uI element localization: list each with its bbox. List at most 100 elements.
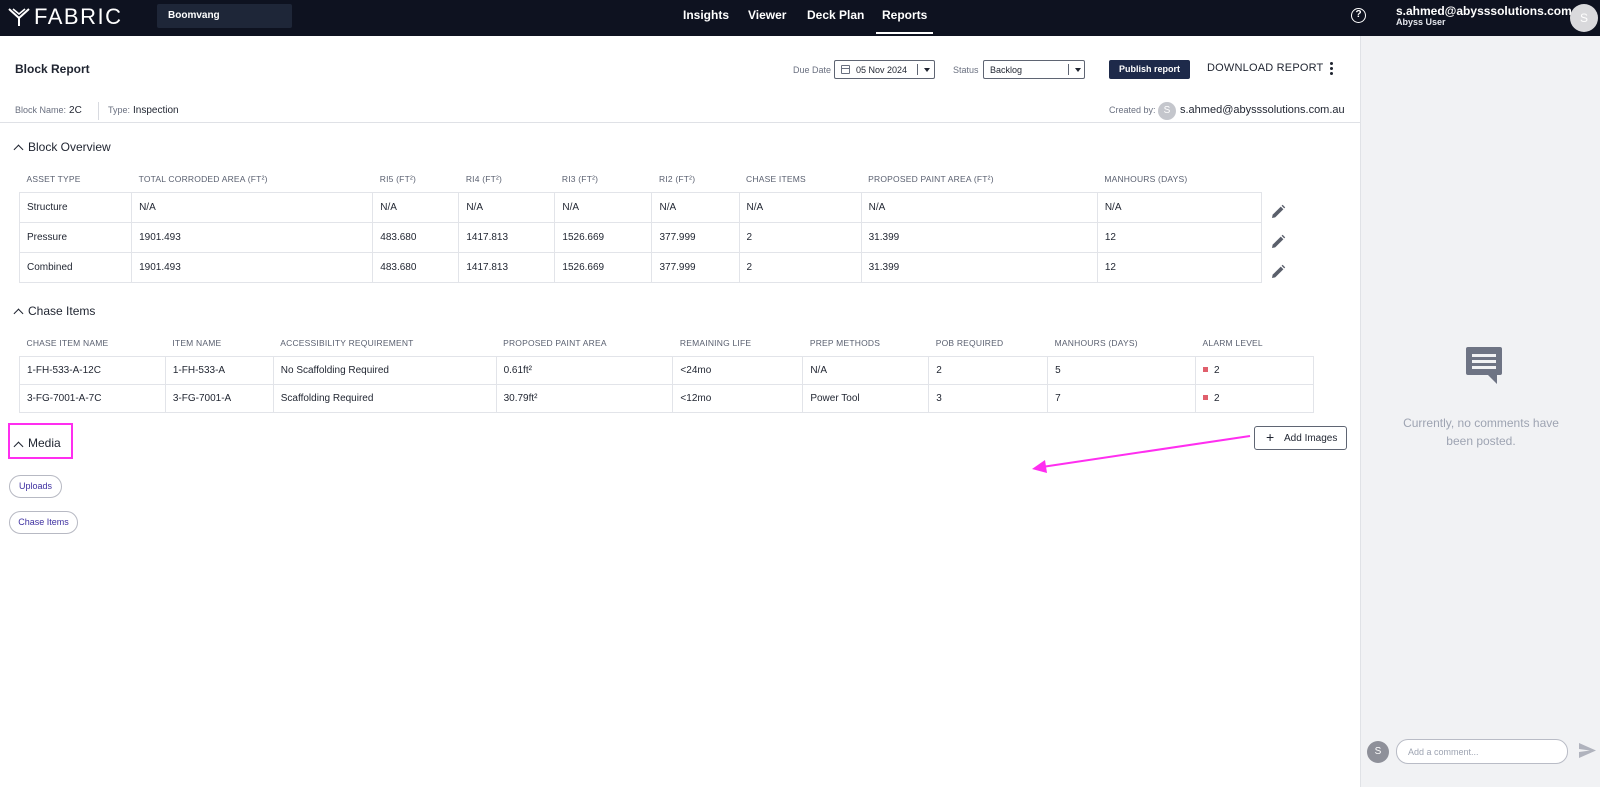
table-cell: 377.999 <box>651 221 740 253</box>
table-cell: N/A <box>738 191 862 223</box>
user-avatar[interactable]: S <box>1570 4 1598 32</box>
help-icon[interactable]: ? <box>1351 8 1366 23</box>
table-cell: N/A <box>458 191 556 223</box>
send-icon[interactable] <box>1579 743 1596 758</box>
chevron-down-icon[interactable] <box>1075 68 1081 72</box>
alarm-cell: 2 <box>1195 355 1314 385</box>
media-title[interactable]: Media <box>28 436 61 450</box>
col-manhours: MANHOURS (DAYS) <box>1104 173 1188 184</box>
download-report-button[interactable]: DOWNLOAD REPORT <box>1207 62 1323 74</box>
col-remaining-life: REMAINING LIFE <box>679 337 752 348</box>
table-cell: N/A <box>131 191 374 223</box>
col-asset-type: ASSET TYPE <box>26 173 81 184</box>
due-date-separator <box>917 64 918 75</box>
add-images-button[interactable]: + Add Images <box>1254 426 1347 450</box>
header-divider <box>0 122 1360 123</box>
nav-insights[interactable]: Insights <box>683 0 729 36</box>
table-cell: No Scaffolding Required <box>272 355 497 385</box>
filter-uploads[interactable]: Uploads <box>9 475 62 498</box>
table-cell: N/A <box>372 191 460 223</box>
block-name-value: 2C <box>69 105 82 116</box>
table-cell: 0.61ft² <box>495 355 674 385</box>
block-type: Type: Inspection <box>108 105 179 116</box>
table-cell: 1901.493 <box>131 221 374 253</box>
comment-input[interactable]: Add a comment... <box>1396 739 1568 764</box>
col-manhours: MANHOURS (DAYS) <box>1054 337 1138 348</box>
table-cell: 7 <box>1047 383 1197 413</box>
block-overview-table: ASSET TYPE TOTAL CORRODED AREA (FT²) RI5… <box>18 166 1263 283</box>
col-total-corroded-area: TOTAL CORRODED AREA (FT²) <box>138 173 268 184</box>
table-cell: 31.399 <box>860 221 1098 253</box>
table-cell: 3-FG-7001-A-7C <box>19 383 166 413</box>
alarm-cell: 2 <box>1195 383 1314 413</box>
block-name-label: Block Name: <box>15 105 67 115</box>
table-cell: Power Tool <box>802 383 930 413</box>
col-prep-methods: PREP METHODS <box>809 337 881 348</box>
more-options-icon[interactable] <box>1330 62 1333 76</box>
table-cell: 1417.813 <box>458 251 556 283</box>
type-value: Inspection <box>133 105 179 116</box>
table-cell: Combined <box>18 251 133 283</box>
col-chase-item-name: CHASE ITEM NAME <box>26 337 109 348</box>
user-email: s.ahmed@abysssolutions.com.au <box>1396 4 1590 18</box>
status-label: Status <box>953 65 979 75</box>
col-pob-required: POB REQUIRED <box>935 337 1004 348</box>
due-date-picker[interactable]: 05 Nov 2024 <box>834 60 935 79</box>
col-item-name: ITEM NAME <box>172 337 222 348</box>
nav-deck-plan[interactable]: Deck Plan <box>807 0 864 36</box>
table-cell: N/A <box>860 191 1098 223</box>
page-title: Block Report <box>15 62 90 76</box>
no-comments-message: Currently, no comments have been posted. <box>1403 416 1559 448</box>
chase-items-title[interactable]: Chase Items <box>28 304 95 318</box>
alarm-indicator <box>1203 367 1209 373</box>
table-cell: 1526.669 <box>554 221 653 253</box>
creator-avatar: S <box>1158 102 1176 120</box>
collapse-chase-items-icon[interactable] <box>13 308 24 319</box>
block-overview-header: ASSET TYPE TOTAL CORRODED AREA (FT²) RI5… <box>20 166 1262 192</box>
nav-viewer[interactable]: Viewer <box>748 0 786 36</box>
table-cell: 2 <box>928 355 1049 385</box>
table-cell: 483.680 <box>372 221 460 253</box>
status-select[interactable]: Backlog <box>983 60 1085 79</box>
publish-report-button[interactable]: Publish report <box>1109 60 1190 79</box>
table-row[interactable]: 3-FG-7001-A-7C 3-FG-7001-A Scaffolding R… <box>19 383 1314 413</box>
logo-text: FABRIC <box>34 4 123 29</box>
edit-row-structure-icon[interactable] <box>1270 204 1286 220</box>
created-by-label: Created by: <box>1109 105 1156 115</box>
table-cell: 1-FH-533-A-12C <box>19 355 166 385</box>
fabric-logo-icon <box>8 8 30 26</box>
table-cell: 3 <box>928 383 1049 413</box>
block-name: Block Name: 2C <box>15 105 82 116</box>
table-row[interactable]: 1-FH-533-A-12C 1-FH-533-A No Scaffolding… <box>19 355 1314 385</box>
chase-items-header: CHASE ITEM NAME ITEM NAME ACCESSIBILITY … <box>20 330 1314 356</box>
table-cell: 1417.813 <box>458 221 556 253</box>
chevron-down-icon[interactable] <box>924 68 930 72</box>
table-cell: 31.399 <box>860 251 1098 283</box>
edit-row-combined-icon[interactable] <box>1270 264 1286 280</box>
annotation-arrow-icon <box>1032 435 1251 473</box>
col-proposed-paint-area: PROPOSED PAINT AREA (FT²) <box>868 173 994 184</box>
col-ri2: RI2 (FT²) <box>658 173 696 184</box>
table-cell: N/A <box>1096 191 1263 223</box>
block-overview-title[interactable]: Block Overview <box>28 140 111 154</box>
top-bar: FABRIC Boomvang Insights Viewer Deck Pla… <box>0 0 1600 36</box>
fabric-logo[interactable]: FABRIC <box>8 5 122 29</box>
table-cell: N/A <box>802 355 930 385</box>
table-cell: 483.680 <box>372 251 460 283</box>
edit-row-pressure-icon[interactable] <box>1270 234 1286 250</box>
col-proposed-paint-area: PROPOSED PAINT AREA <box>503 337 607 348</box>
table-cell: Scaffolding Required <box>272 383 497 413</box>
col-ri3: RI3 (FT²) <box>561 173 599 184</box>
table-cell: Structure <box>18 191 133 223</box>
table-cell: N/A <box>651 191 740 223</box>
collapse-block-overview-icon[interactable] <box>13 144 24 155</box>
table-cell: 12 <box>1096 221 1263 253</box>
filter-chase-items[interactable]: Chase Items <box>9 511 78 534</box>
project-selector[interactable]: Boomvang <box>157 4 292 28</box>
col-chase-items: CHASE ITEMS <box>746 173 806 184</box>
col-accessibility: ACCESSIBILITY REQUIREMENT <box>280 337 414 348</box>
table-cell: Pressure <box>18 221 133 253</box>
table-cell: 1901.493 <box>131 251 374 283</box>
nav-reports[interactable]: Reports <box>875 0 934 36</box>
col-ri5: RI5 (FT²) <box>379 173 417 184</box>
